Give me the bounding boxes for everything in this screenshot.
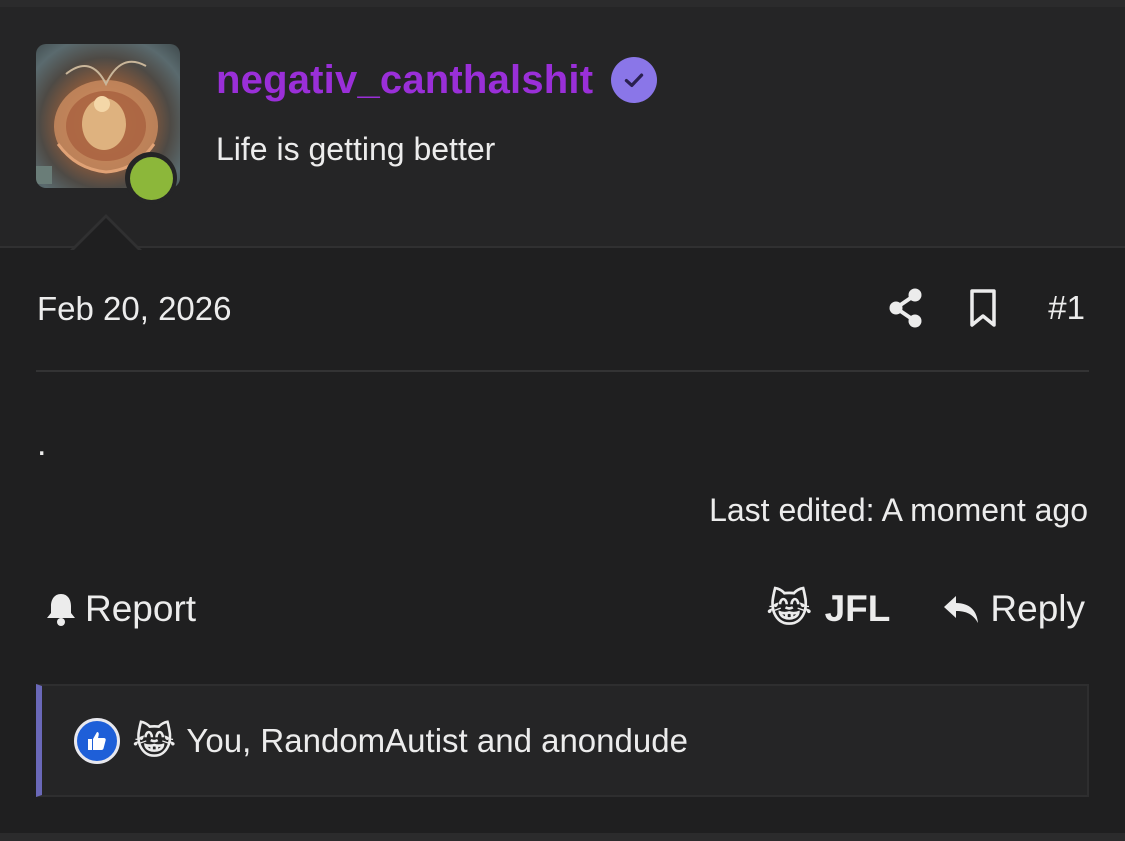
crying-laughing-icon: 😹 [132, 718, 177, 763]
thumbs-up-icon [74, 717, 120, 764]
post-date[interactable]: Feb 20, 2026 [37, 290, 232, 328]
report-label: Report [85, 588, 197, 629]
verified-check-icon [611, 57, 658, 103]
bell-icon [45, 591, 77, 627]
post-number-link[interactable]: #1 [1048, 289, 1085, 327]
footer-actions: 😹 JFL Reply [766, 586, 1085, 632]
user-title: Life is getting better [216, 131, 496, 167]
online-status-indicator [125, 152, 177, 204]
avatar-container[interactable] [36, 44, 180, 204]
crying-laughing-icon: 😹 [765, 586, 813, 632]
post-body: . [37, 425, 47, 463]
forum-post: negativ_canthalshit Life is getting bett… [0, 0, 1125, 841]
reactions-bar[interactable]: 😹 You, RandomAutist and anondude [36, 684, 1089, 797]
jfl-label: JFL [824, 588, 891, 629]
pointer-arrow-inner [72, 218, 140, 252]
reaction-users-list[interactable]: You, RandomAutist and anondude [186, 722, 688, 760]
reply-button[interactable]: Reply [942, 588, 1085, 630]
reply-icon [942, 592, 980, 626]
bookmark-icon[interactable] [968, 286, 998, 330]
divider [36, 370, 1089, 372]
last-edited-note: Last edited: A moment ago [709, 492, 1088, 528]
post-actions-top: #1 [886, 286, 1085, 330]
username-row: negativ_canthalshit [216, 57, 658, 103]
share-icon[interactable] [886, 286, 926, 330]
user-block: negativ_canthalshit Life is getting bett… [0, 7, 1125, 248]
bottom-border [0, 833, 1125, 841]
jfl-reaction-button[interactable]: 😹 JFL [766, 586, 891, 632]
top-border [0, 0, 1125, 7]
username-link[interactable]: negativ_canthalshit [216, 58, 593, 103]
reply-label: Reply [990, 588, 1085, 629]
report-button[interactable]: Report [45, 588, 196, 630]
